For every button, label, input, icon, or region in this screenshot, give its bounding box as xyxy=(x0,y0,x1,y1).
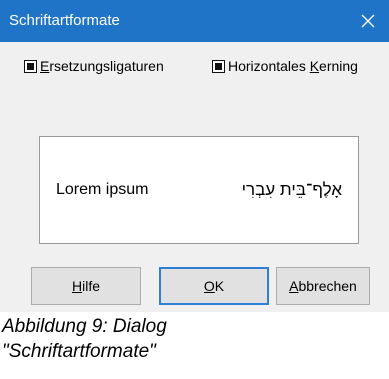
kerning-checkbox[interactable] xyxy=(212,59,225,73)
font-preview-box: Lorem ipsum אָלֶף־בֵּית עִבְרִי xyxy=(39,136,359,244)
cancel-button-label: Abbrechen xyxy=(289,278,357,294)
caption-line-1: Abbildung 9: Dialog xyxy=(2,316,167,337)
ligatures-checkbox-option[interactable]: Ersetzungsligaturen xyxy=(24,57,164,75)
ok-button-label: OK xyxy=(203,278,225,294)
preview-latin-text: Lorem ipsum xyxy=(56,181,149,198)
font-features-dialog: Schriftartformate Ersetzungsligaturen Ho… xyxy=(0,0,389,312)
figure-caption: Abbildung 9: Dialog "Schriftartformate" xyxy=(2,314,167,364)
close-button[interactable] xyxy=(347,0,389,42)
kerning-checkbox-option[interactable]: Horizontales Kerning xyxy=(212,57,358,75)
ligatures-checkbox[interactable] xyxy=(24,59,37,73)
close-icon xyxy=(361,14,375,28)
kerning-label: Horizontales Kerning xyxy=(228,58,358,74)
help-button[interactable]: Hilfe xyxy=(31,267,141,305)
preview-hebrew-text: אָלֶף־בֵּית עִבְרִי xyxy=(241,180,342,199)
ok-button[interactable]: OK xyxy=(159,267,269,305)
title-bar: Schriftartformate xyxy=(0,0,389,42)
caption-line-2: "Schriftartformate" xyxy=(2,341,156,362)
ligatures-label: Ersetzungsligaturen xyxy=(40,58,164,74)
dialog-title: Schriftartformate xyxy=(9,12,120,29)
help-button-label: Hilfe xyxy=(71,278,101,294)
cancel-button[interactable]: Abbrechen xyxy=(276,267,370,305)
